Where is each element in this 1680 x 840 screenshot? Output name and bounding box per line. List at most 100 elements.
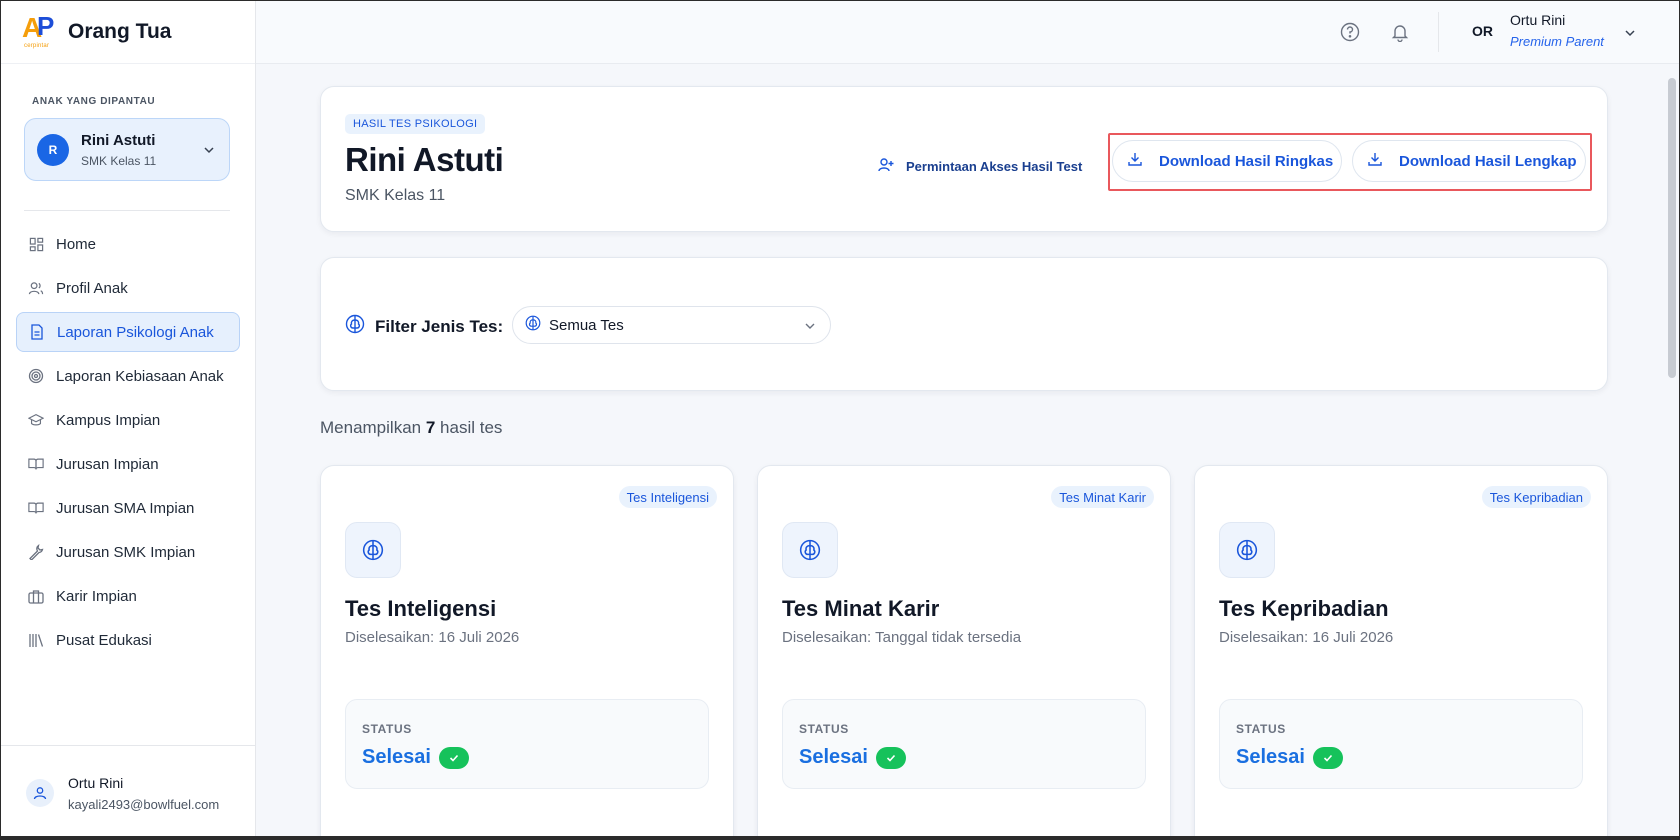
test-card-minat-karir[interactable]: Tes Minat Karir Tes Minat Karir Diselesa…	[757, 465, 1171, 840]
student-header-card: HASIL TES PSIKOLOGI Rini Astuti SMK Kela…	[320, 86, 1608, 232]
sidebar-item-label: Profil Anak	[56, 279, 128, 297]
download-summary-button[interactable]: Download Hasil Ringkas	[1112, 140, 1342, 182]
sidebar-item-karir-impian[interactable]: Karir Impian	[16, 576, 240, 616]
child-name: Rini Astuti	[81, 131, 156, 149]
sidebar-item-label: Jurusan SMA Impian	[56, 499, 195, 517]
sidebar-item-label: Jurusan Impian	[56, 455, 159, 473]
filter-card: Filter Jenis Tes: Semua Tes	[320, 257, 1608, 391]
brain-icon	[525, 315, 541, 335]
status-label: STATUS	[799, 722, 849, 736]
sidebar-item-label: Pusat Edukasi	[56, 631, 152, 649]
status-label: STATUS	[1236, 722, 1286, 736]
check-icon	[875, 746, 906, 769]
brain-icon	[345, 522, 401, 578]
scrollbar[interactable]	[1668, 78, 1676, 378]
filter-label: Filter Jenis Tes:	[345, 314, 503, 339]
sidebar-item-laporan-psikologi[interactable]: Laporan Psikologi Anak	[16, 312, 240, 352]
bell-icon[interactable]	[1388, 20, 1412, 44]
help-icon[interactable]	[1338, 20, 1362, 44]
check-icon	[1312, 746, 1343, 769]
library-icon	[28, 632, 44, 648]
brand[interactable]: AP cerpintar Orang Tua	[0, 0, 255, 64]
check-icon	[438, 746, 469, 769]
user-plus-icon	[878, 157, 894, 176]
download-icon	[1127, 151, 1143, 171]
download-full-button[interactable]: Download Hasil Lengkap	[1352, 140, 1586, 182]
sidebar-item-jurusan-impian[interactable]: Jurusan Impian	[16, 444, 240, 484]
test-date: Diselesaikan: 16 Juli 2026	[345, 629, 520, 646]
status-label: STATUS	[362, 722, 412, 736]
briefcase-icon	[28, 588, 44, 604]
test-type-selected: Semua Tes	[549, 316, 624, 334]
sidebar-item-laporan-kebiasaan[interactable]: Laporan Kebiasaan Anak	[16, 356, 240, 396]
sidebar-item-kampus-impian[interactable]: Kampus Impian	[16, 400, 240, 440]
brain-icon	[782, 522, 838, 578]
request-access-button[interactable]: Permintaan Akses Hasil Test	[878, 151, 1082, 181]
wrench-icon	[28, 544, 44, 560]
app-logo: AP cerpintar	[22, 10, 55, 49]
footer-user-name: Ortu Rini	[68, 774, 124, 791]
target-icon	[28, 368, 44, 384]
users-icon	[28, 280, 44, 296]
sidebar-item-label: Kampus Impian	[56, 411, 161, 429]
status-value: Selesai	[1236, 746, 1343, 769]
user-icon	[26, 779, 54, 807]
test-date: Diselesaikan: Tanggal tidak tersedia	[782, 629, 1022, 646]
book-icon	[28, 456, 44, 472]
sidebar-item-label: Karir Impian	[56, 587, 137, 605]
user-name[interactable]: Ortu Rini	[1510, 12, 1565, 28]
topbar: OR Ortu Rini Premium Parent	[256, 0, 1680, 64]
student-class: SMK Kelas 11	[345, 187, 446, 204]
child-section-label: ANAK YANG DIPANTAU	[32, 96, 156, 107]
download-summary-label: Download Hasil Ringkas	[1159, 152, 1334, 170]
sidebar-nav: Home Profil Anak Laporan Psikologi Anak …	[16, 224, 240, 664]
chevron-down-icon[interactable]	[1624, 26, 1636, 44]
sidebar-item-profil-anak[interactable]: Profil Anak	[16, 268, 240, 308]
test-card-inteligensi[interactable]: Tes Inteligensi Tes Inteligensi Diselesa…	[320, 465, 734, 840]
child-selector[interactable]: R Rini Astuti SMK Kelas 11	[24, 118, 230, 181]
page-title: Rini Astuti	[345, 141, 504, 178]
sidebar-item-label: Jurusan SMK Impian	[56, 543, 196, 561]
sidebar-item-label: Laporan Kebiasaan Anak	[56, 367, 224, 385]
status-box: STATUS Selesai	[782, 699, 1146, 789]
sidebar-item-jurusan-smk[interactable]: Jurusan SMK Impian	[16, 532, 240, 572]
test-date: Diselesaikan: 16 Juli 2026	[1219, 629, 1394, 646]
child-avatar: R	[37, 133, 69, 166]
results-count: Menampilkan 7 hasil tes	[320, 418, 503, 437]
sidebar-divider	[24, 210, 230, 211]
brand-title: Orang Tua	[68, 19, 172, 43]
test-type-badge: Tes Inteligensi	[618, 486, 717, 508]
brain-icon	[1219, 522, 1275, 578]
chevron-down-icon	[804, 319, 816, 336]
book-icon	[28, 500, 44, 516]
test-title: Tes Inteligensi	[345, 596, 497, 621]
test-card-kepribadian[interactable]: Tes Kepribadian Tes Kepribadian Diselesa…	[1194, 465, 1608, 840]
sidebar: AP cerpintar Orang Tua ANAK YANG DIPANTA…	[0, 0, 256, 840]
status-box: STATUS Selesai	[1219, 699, 1583, 789]
user-avatar[interactable]: OR	[1472, 23, 1493, 39]
child-class: SMK Kelas 11	[81, 153, 157, 168]
test-type-badge: Tes Minat Karir	[1051, 486, 1154, 508]
grid-icon	[28, 236, 44, 252]
graduation-cap-icon	[28, 412, 44, 428]
document-icon	[29, 324, 45, 340]
user-role: Premium Parent	[1510, 34, 1604, 49]
status-value: Selesai	[362, 746, 469, 769]
sidebar-item-label: Home	[56, 235, 97, 253]
sidebar-item-home[interactable]: Home	[16, 224, 240, 264]
topbar-divider	[1438, 12, 1439, 52]
sidebar-item-label: Laporan Psikologi Anak	[57, 323, 214, 341]
test-type-badge: Tes Kepribadian	[1481, 486, 1591, 508]
section-tag: HASIL TES PSIKOLOGI	[345, 114, 486, 134]
status-box: STATUS Selesai	[345, 699, 709, 789]
download-full-label: Download Hasil Lengkap	[1399, 152, 1577, 170]
download-icon	[1367, 151, 1383, 171]
sidebar-item-pusat-edukasi[interactable]: Pusat Edukasi	[16, 620, 240, 660]
chevron-down-icon	[203, 143, 215, 161]
status-value: Selesai	[799, 746, 906, 769]
brain-icon	[345, 314, 365, 339]
download-buttons-highlight: Download Hasil Ringkas Download Hasil Le…	[1108, 133, 1592, 191]
sidebar-item-jurusan-sma[interactable]: Jurusan SMA Impian	[16, 488, 240, 528]
test-type-select[interactable]: Semua Tes	[512, 306, 831, 344]
sidebar-user[interactable]: Ortu Rini kayali2493@bowlfuel.com	[0, 745, 256, 840]
